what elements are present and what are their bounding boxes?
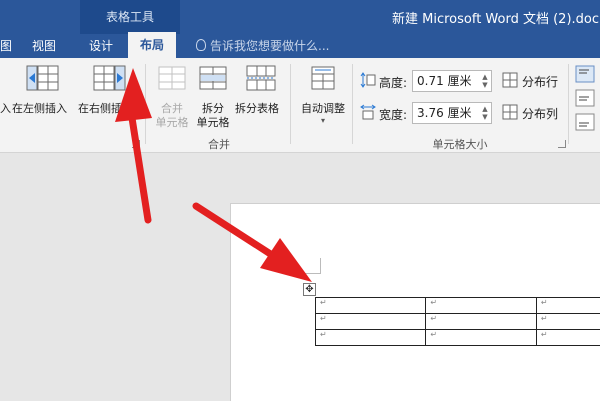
arrow-to-layout-tab [115,68,152,220]
annotation-arrows [0,0,600,400]
arrow-to-move-handle [196,206,312,282]
